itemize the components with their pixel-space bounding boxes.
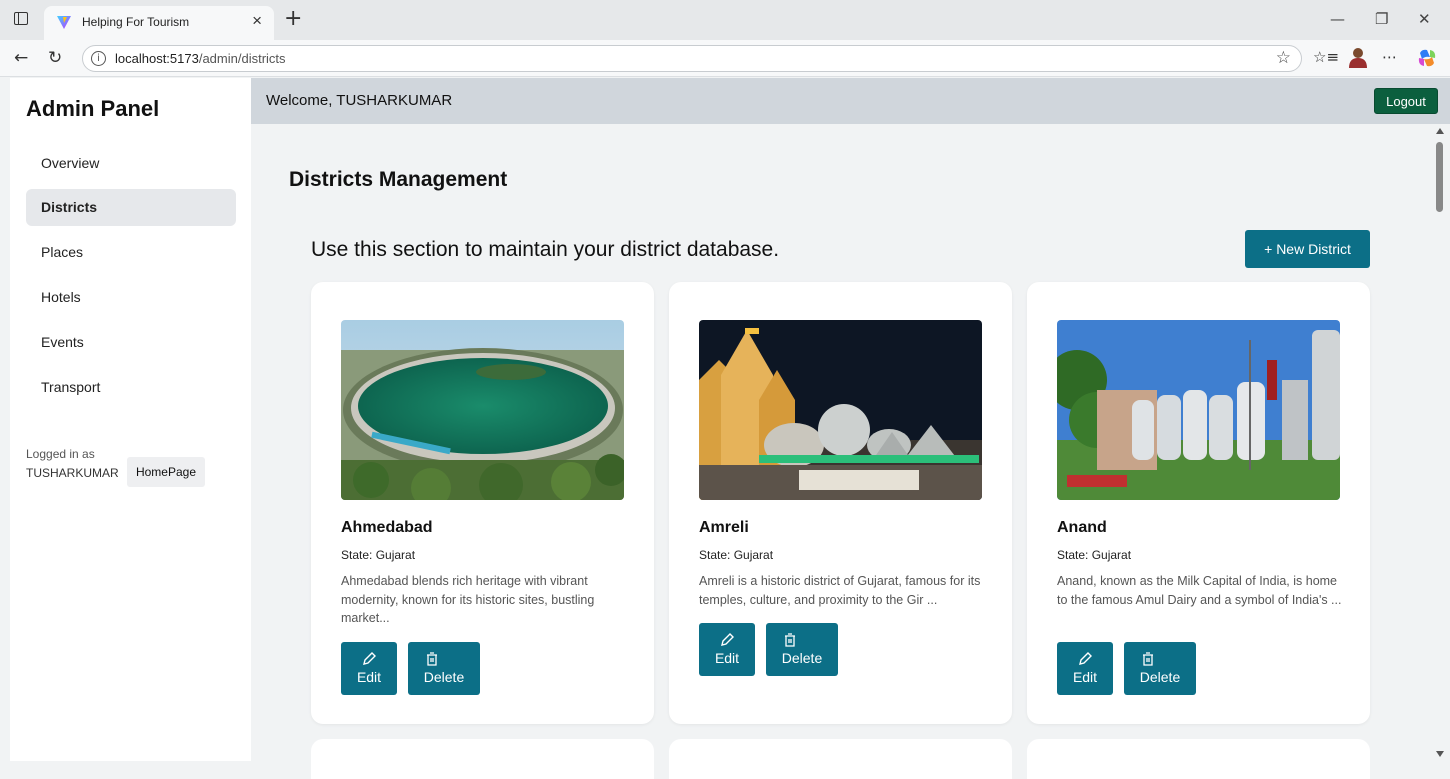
district-card-partial [669, 739, 1012, 779]
district-image [341, 320, 624, 500]
edit-button[interactable]: Edit [699, 623, 755, 676]
sidebar-item-districts[interactable]: Districts [26, 189, 236, 226]
browser-tab[interactable]: Helping For Tourism × [44, 6, 274, 40]
back-icon[interactable]: ← [14, 48, 28, 68]
trash-icon [1143, 652, 1153, 666]
vite-favicon-icon [57, 16, 71, 29]
scroll-down-arrow-icon[interactable] [1436, 751, 1444, 757]
district-name: Ahmedabad [341, 519, 433, 536]
edit-label: Edit [356, 669, 382, 685]
sidebar-title: Admin Panel [26, 96, 160, 121]
favorites-list-icon[interactable]: ☆≡ [1313, 48, 1339, 66]
homepage-button[interactable]: HomePage [127, 457, 205, 487]
pencil-icon [721, 633, 734, 646]
district-state: State: Gujarat [699, 548, 774, 562]
minimize-icon[interactable]: — [1330, 10, 1345, 28]
welcome-text: Welcome, TUSHARKUMAR [266, 92, 453, 109]
tab-actions-icon[interactable] [14, 12, 28, 25]
page-title: Districts Management [289, 168, 508, 191]
delete-button[interactable]: Delete [766, 623, 838, 676]
edit-button[interactable]: Edit [341, 642, 397, 695]
top-bar: Welcome, TUSHARKUMAR Logout [251, 78, 1450, 124]
tab-title: Helping For Tourism [82, 15, 190, 29]
url-text: localhost:5173/admin/districts [115, 51, 286, 66]
district-image [1057, 320, 1340, 500]
tab-close-icon[interactable]: × [252, 11, 262, 31]
section-description: Use this section to maintain your distri… [311, 238, 780, 261]
district-card: Amreli State: Gujarat Amreli is a histor… [669, 282, 1012, 724]
scroll-thumb[interactable] [1436, 142, 1443, 212]
district-image [699, 320, 982, 500]
edit-label: Edit [714, 650, 740, 666]
logged-in-label: Logged in as [26, 447, 95, 461]
trash-icon [427, 652, 437, 666]
sidebar-item-events[interactable]: Events [26, 324, 236, 361]
sidebar-item-overview[interactable]: Overview [26, 145, 236, 182]
district-card-partial [1027, 739, 1370, 779]
refresh-icon[interactable]: ↻ [48, 48, 62, 68]
delete-button[interactable]: Delete [1124, 642, 1196, 695]
district-state: State: Gujarat [341, 548, 416, 562]
delete-button[interactable]: Delete [408, 642, 480, 695]
new-tab-icon[interactable]: + [284, 6, 302, 31]
delete-label: Delete [781, 650, 823, 666]
url-field[interactable]: i localhost:5173/admin/districts ☆ [82, 45, 1302, 72]
more-options-icon[interactable]: ⋯ [1382, 48, 1397, 66]
district-description: Amreli is a historic district of Gujarat… [699, 574, 981, 607]
window-close-icon[interactable]: ✕ [1418, 10, 1431, 28]
edit-label: Edit [1072, 669, 1098, 685]
favorite-star-icon[interactable]: ☆ [1276, 48, 1291, 68]
restore-icon[interactable]: ❐ [1375, 10, 1388, 28]
address-bar: ← ↻ i localhost:5173/admin/districts ☆ ☆… [0, 40, 1450, 77]
district-description: Ahmedabad blends rich heritage with vibr… [341, 574, 595, 625]
district-card: Ahmedabad State: Gujarat Ahmedabad blend… [311, 282, 654, 724]
sidebar-item-hotels[interactable]: Hotels [26, 279, 236, 316]
pencil-icon [1079, 652, 1092, 665]
trash-icon [785, 633, 795, 647]
browser-tab-bar: Helping For Tourism × + — ❐ ✕ [0, 0, 1450, 40]
logout-button[interactable]: Logout [1374, 88, 1438, 114]
delete-label: Delete [1139, 669, 1181, 685]
district-description: Anand, known as the Milk Capital of Indi… [1057, 574, 1342, 607]
new-district-button[interactable]: + New District [1245, 230, 1370, 268]
scroll-up-arrow-icon[interactable] [1436, 128, 1444, 134]
logged-in-username: TUSHARKUMAR [26, 466, 119, 480]
district-card: Anand State: Gujarat Anand, known as the… [1027, 282, 1370, 724]
delete-label: Delete [423, 669, 465, 685]
pencil-icon [363, 652, 376, 665]
site-info-icon[interactable]: i [91, 51, 106, 66]
district-name: Anand [1057, 519, 1107, 536]
profile-avatar-icon[interactable] [1348, 46, 1368, 68]
page-scrollbar[interactable] [1432, 124, 1450, 761]
district-state: State: Gujarat [1057, 548, 1132, 562]
copilot-icon[interactable] [1416, 47, 1438, 69]
edit-button[interactable]: Edit [1057, 642, 1113, 695]
district-card-partial [311, 739, 654, 779]
sidebar-item-places[interactable]: Places [26, 234, 236, 271]
sidebar: Admin Panel Overview Districts Places Ho… [10, 78, 251, 761]
sidebar-item-transport[interactable]: Transport [26, 369, 236, 406]
district-name: Amreli [699, 519, 749, 536]
